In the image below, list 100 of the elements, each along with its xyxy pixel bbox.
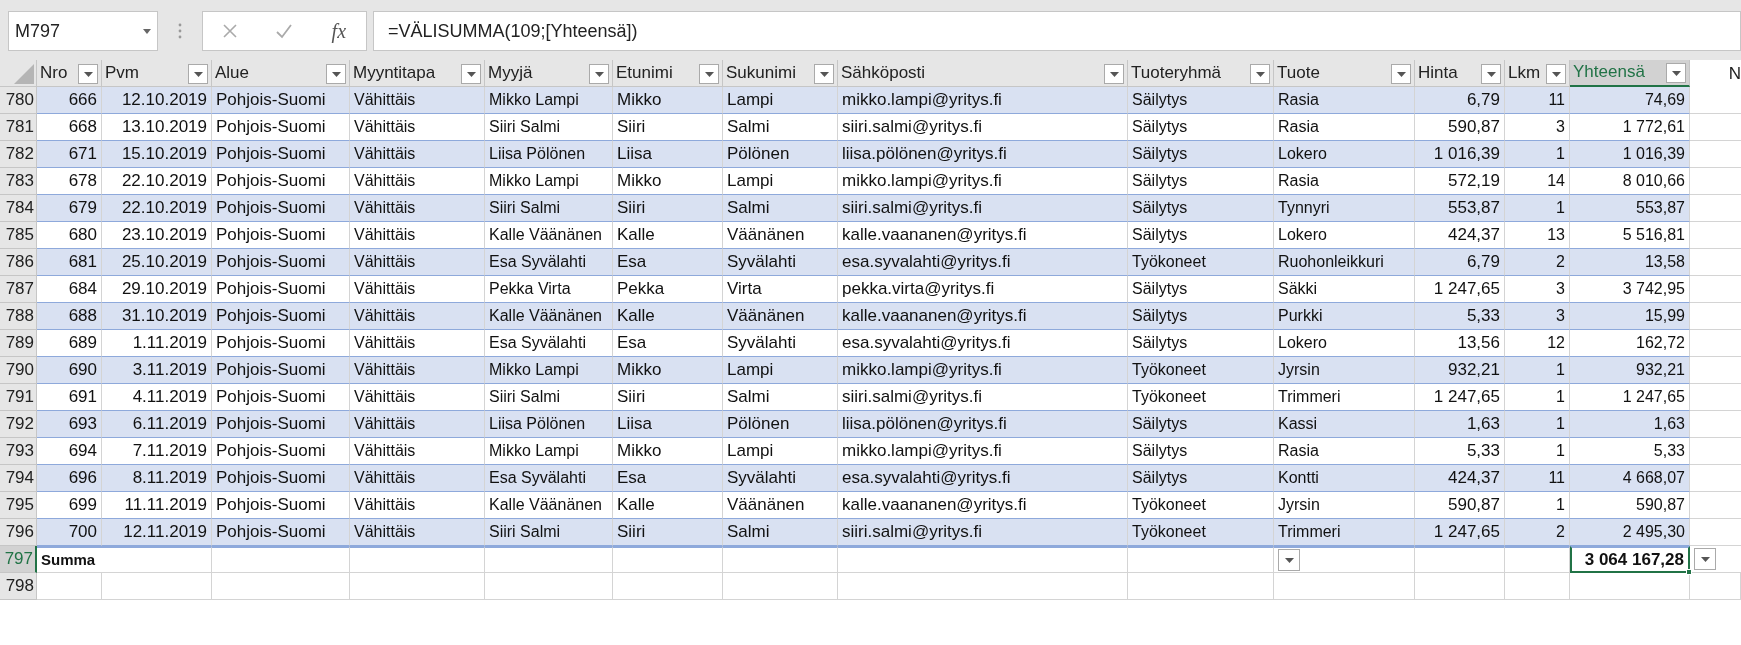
table-cell: 700 — [37, 519, 102, 546]
table-cell: 13 — [1505, 222, 1570, 249]
row-header[interactable]: 797 — [0, 546, 37, 573]
row-header[interactable]: 785 — [0, 222, 37, 249]
filter-button[interactable] — [326, 64, 346, 84]
table-cell: Esa — [613, 465, 723, 492]
table-cell: liisa.pölönen@yritys.fi — [838, 411, 1128, 438]
caret-icon — [1255, 71, 1265, 77]
table-cell: Pohjois-Suomi — [212, 438, 350, 465]
table-cell: 1 247,65 — [1570, 384, 1690, 411]
filter-button[interactable] — [1391, 64, 1411, 84]
table-cell: Työkoneet — [1128, 519, 1274, 546]
formula-field[interactable]: =VÄLISUMMA(109;[Yhteensä]) — [373, 11, 1741, 51]
row-header[interactable]: 783 — [0, 168, 37, 195]
row-header[interactable]: 786 — [0, 249, 37, 276]
table-cell: Pohjois-Suomi — [212, 276, 350, 303]
table-cell — [1505, 573, 1570, 600]
caret-icon — [1700, 556, 1710, 562]
table-cell: Rasia — [1274, 87, 1415, 114]
table-cell: Vähittäis — [350, 168, 485, 195]
row-header[interactable]: 794 — [0, 465, 37, 492]
row-header[interactable]: 790 — [0, 357, 37, 384]
filter-button[interactable] — [1666, 63, 1686, 83]
filter-button[interactable] — [1278, 549, 1300, 571]
table-cell: Työkoneet — [1128, 384, 1274, 411]
table-cell: Pohjois-Suomi — [212, 114, 350, 141]
table-cell: Siiri — [613, 114, 723, 141]
caret-icon — [1109, 71, 1119, 77]
row-header[interactable]: 784 — [0, 195, 37, 222]
row-header[interactable]: 781 — [0, 114, 37, 141]
table-cell: Vähittäis — [350, 249, 485, 276]
fill-handle[interactable] — [1686, 569, 1692, 575]
table-cell — [37, 573, 102, 600]
table-cell: 25.10.2019 — [102, 249, 212, 276]
row-header[interactable]: 788 — [0, 303, 37, 330]
row-header[interactable]: 792 — [0, 411, 37, 438]
name-box[interactable]: M797 — [8, 11, 158, 51]
row-header[interactable]: 780 — [0, 87, 37, 114]
row-header[interactable]: 787 — [0, 276, 37, 303]
filter-button[interactable] — [589, 64, 609, 84]
close-icon — [222, 23, 239, 39]
row-header[interactable]: 796 — [0, 519, 37, 546]
table-cell: 424,37 — [1415, 222, 1505, 249]
filter-button[interactable] — [461, 64, 481, 84]
caret-icon — [819, 71, 829, 77]
row-header[interactable]: 791 — [0, 384, 37, 411]
table-cell: Säilytys — [1128, 168, 1274, 195]
table-cell: siiri.salmi@yritys.fi — [838, 195, 1128, 222]
table-cell: 1.11.2019 — [102, 330, 212, 357]
table-cell: Vähittäis — [350, 438, 485, 465]
table-cell: Vähittäis — [350, 492, 485, 519]
row-header[interactable]: 798 — [0, 573, 37, 600]
row-header[interactable]: 789 — [0, 330, 37, 357]
table-cell: Pölönen — [723, 411, 838, 438]
filter-button[interactable] — [188, 64, 208, 84]
table-cell: Säilytys — [1128, 330, 1274, 357]
table-cell: 8.11.2019 — [102, 465, 212, 492]
table-cell: Säilytys — [1128, 195, 1274, 222]
table-cell: 590,87 — [1570, 492, 1690, 519]
table-cell: Säilytys — [1128, 276, 1274, 303]
table-cell: Pölönen — [723, 141, 838, 168]
table-cell: 5,33 — [1570, 438, 1690, 465]
table-cell: Liisa — [613, 411, 723, 438]
table-cell: 5,33 — [1415, 303, 1505, 330]
insert-function-button[interactable]: fx — [323, 16, 354, 46]
table-cell: Esa Syvälahti — [485, 330, 613, 357]
table-cell: 693 — [37, 411, 102, 438]
table-cell: Säkki — [1274, 276, 1415, 303]
row-header[interactable]: 795 — [0, 492, 37, 519]
filter-button[interactable] — [78, 64, 98, 84]
table-cell: 1 772,61 — [1570, 114, 1690, 141]
table-cell: 1 016,39 — [1570, 141, 1690, 168]
filter-button[interactable] — [1481, 64, 1501, 84]
table-cell: Vähittäis — [350, 114, 485, 141]
table-cell: Pohjois-Suomi — [212, 303, 350, 330]
table-cell: 1 — [1505, 357, 1570, 384]
table-cell: Vähittäis — [350, 276, 485, 303]
table-cell: Säilytys — [1128, 114, 1274, 141]
table-cell: 1 — [1505, 438, 1570, 465]
row-header[interactable]: 782 — [0, 141, 37, 168]
table-cell: Kalle — [613, 492, 723, 519]
table-cell: 12 — [1505, 330, 1570, 357]
table-cell: 8 010,66 — [1570, 168, 1690, 195]
row-header[interactable]: 793 — [0, 438, 37, 465]
table-cell: Mikko — [613, 87, 723, 114]
table-cell: Trimmeri — [1274, 519, 1415, 546]
selected-cell[interactable]: 3 064 167,28 — [1570, 546, 1690, 573]
table-cell: 4 668,07 — [1570, 465, 1690, 492]
filter-button[interactable] — [1250, 64, 1270, 84]
table-cell: kalle.vaananen@yritys.fi — [838, 303, 1128, 330]
filter-button[interactable] — [699, 64, 719, 84]
table-cell: 15,99 — [1570, 303, 1690, 330]
table-cell: 2 — [1505, 519, 1570, 546]
filter-button[interactable] — [1546, 64, 1566, 84]
table-cell: 3.11.2019 — [102, 357, 212, 384]
filter-button[interactable] — [1694, 548, 1716, 570]
table-cell: Salmi — [723, 519, 838, 546]
filter-button[interactable] — [1104, 64, 1124, 84]
filter-button[interactable] — [814, 64, 834, 84]
caret-icon — [331, 71, 341, 77]
